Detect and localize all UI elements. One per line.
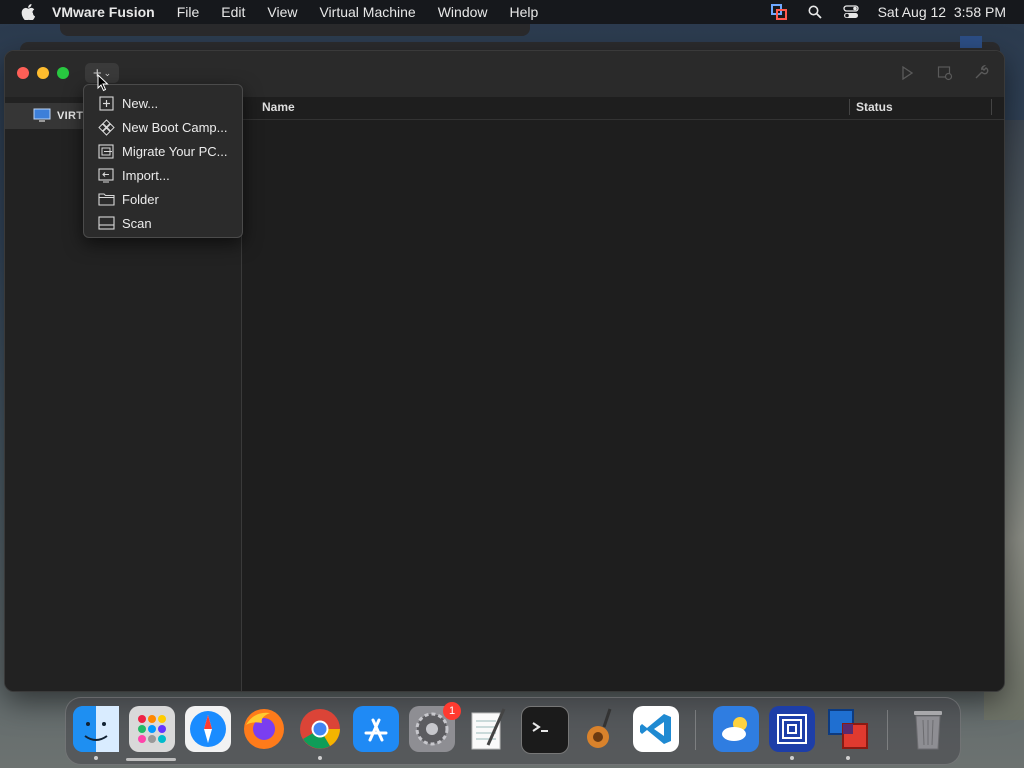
folder-icon [97, 191, 115, 207]
control-center-icon[interactable] [842, 4, 860, 20]
vm-list: Name Status [242, 97, 1004, 691]
notification-badge: 1 [443, 702, 461, 720]
running-indicator [94, 756, 98, 760]
finder-icon[interactable] [73, 706, 119, 752]
dock-separator [887, 710, 888, 750]
menu-item-folder[interactable]: Folder [84, 187, 242, 211]
minimize-button[interactable] [37, 67, 49, 79]
dock-separator [695, 710, 696, 750]
terminal-icon[interactable] [521, 706, 569, 754]
menu-item-label: Migrate Your PC... [122, 143, 228, 159]
dock: 1 [65, 697, 961, 765]
menu-bar: VMware Fusion File Edit View Virtual Mac… [0, 0, 1024, 24]
vmware-status-icon[interactable] [770, 4, 788, 20]
menu-item-import[interactable]: Import... [84, 163, 242, 187]
scan-icon [97, 215, 115, 231]
menu-view[interactable]: View [267, 4, 297, 20]
mouse-cursor-icon [97, 73, 109, 97]
vmware-library-icon[interactable] [769, 706, 815, 752]
vscode-icon[interactable] [633, 706, 679, 752]
running-indicator [790, 756, 794, 760]
menu-help[interactable]: Help [510, 4, 539, 20]
apple-menu-icon[interactable] [18, 4, 38, 20]
background-window [960, 36, 982, 48]
column-header-name[interactable]: Name [262, 100, 295, 114]
settings-wrench-icon[interactable] [973, 64, 989, 82]
textedit-icon[interactable] [465, 706, 511, 752]
menu-item-label: Folder [122, 191, 159, 207]
menu-item-new-boot-camp[interactable]: New Boot Camp... [84, 115, 242, 139]
menu-item-label: New Boot Camp... [122, 119, 228, 135]
system-settings-icon[interactable]: 1 [409, 702, 461, 752]
menu-edit[interactable]: Edit [221, 4, 245, 20]
menu-item-label: Import... [122, 167, 170, 183]
spotlight-search-icon[interactable] [806, 4, 824, 20]
column-divider [849, 99, 850, 115]
migrate-icon [97, 143, 115, 159]
garageband-icon[interactable] [577, 706, 623, 752]
menu-item-label: Scan [122, 215, 152, 231]
menu-item-label: New... [122, 95, 159, 111]
menu-file[interactable]: File [177, 4, 200, 20]
plus-box-icon [97, 95, 115, 111]
menu-virtual-machine[interactable]: Virtual Machine [319, 4, 415, 20]
add-menu: New... New Boot Camp... Migrate Your PC.… [83, 84, 243, 238]
column-divider [991, 99, 992, 115]
chrome-icon[interactable] [297, 706, 343, 752]
menu-clock[interactable]: Sat Aug 12 3:58 PM [878, 4, 1006, 20]
close-button[interactable] [17, 67, 29, 79]
zoom-button[interactable] [57, 67, 69, 79]
vmware-fusion-icon[interactable] [825, 706, 871, 752]
app-store-icon[interactable] [353, 706, 399, 752]
menu-app-name[interactable]: VMware Fusion [52, 4, 155, 20]
menu-window[interactable]: Window [438, 4, 488, 20]
trash-icon[interactable] [905, 706, 951, 752]
weather-icon[interactable] [713, 706, 759, 752]
running-indicator [846, 756, 850, 760]
dock-progress-indicator [126, 758, 176, 761]
import-icon [97, 167, 115, 183]
table-header: Name Status [242, 97, 1004, 120]
play-icon[interactable] [901, 64, 913, 82]
column-header-status[interactable]: Status [856, 100, 893, 114]
safari-icon[interactable] [185, 706, 231, 752]
menu-item-migrate-your-pc[interactable]: Migrate Your PC... [84, 139, 242, 163]
background-window [60, 24, 530, 36]
running-indicator [318, 756, 322, 760]
menu-item-scan[interactable]: Scan [84, 211, 242, 235]
monitor-icon [33, 108, 51, 124]
launchpad-icon[interactable] [129, 706, 175, 752]
snapshots-icon[interactable] [937, 64, 953, 82]
bootcamp-icon [97, 118, 115, 136]
firefox-icon[interactable] [241, 706, 287, 752]
